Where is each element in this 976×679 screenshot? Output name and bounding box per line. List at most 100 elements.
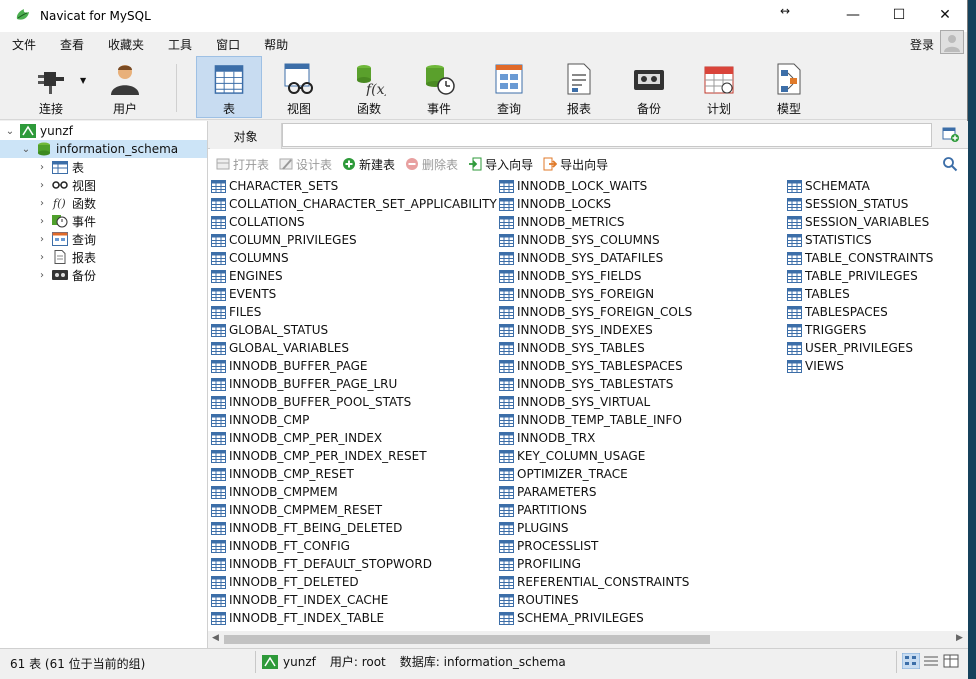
- table-list-item[interactable]: VIEWS: [787, 357, 933, 375]
- table-list-item[interactable]: SESSION_VARIABLES: [787, 213, 933, 231]
- table-list-item[interactable]: INNODB_SYS_TABLESTATS: [499, 375, 692, 393]
- table-list-item[interactable]: PLUGINS: [499, 519, 692, 537]
- table-list-item[interactable]: INNODB_BUFFER_PAGE_LRU: [211, 375, 497, 393]
- table-list-item[interactable]: INNODB_SYS_FIELDS: [499, 267, 692, 285]
- table-list-item[interactable]: INNODB_TEMP_TABLE_INFO: [499, 411, 692, 429]
- table-list-item[interactable]: COLUMNS: [211, 249, 497, 267]
- table-list-item[interactable]: COLUMN_PRIVILEGES: [211, 231, 497, 249]
- tab-objects[interactable]: 对象: [210, 123, 282, 149]
- horizontal-scrollbar[interactable]: ◀ ▶: [208, 631, 968, 648]
- import-wizard-button[interactable]: 导入向导: [466, 156, 535, 173]
- menu-favorites[interactable]: 收藏夹: [96, 36, 156, 53]
- tree-item-queries[interactable]: › 查询: [36, 230, 96, 248]
- toolbar-view-button[interactable]: 视图: [266, 56, 332, 118]
- table-list-item[interactable]: INNODB_SYS_COLUMNS: [499, 231, 692, 249]
- table-list-item[interactable]: INNODB_FT_DEFAULT_STOPWORD: [211, 555, 497, 573]
- table-list-item[interactable]: PROCESSLIST: [499, 537, 692, 555]
- table-list-item[interactable]: TRIGGERS: [787, 321, 933, 339]
- table-list-item[interactable]: CHARACTER_SETS: [211, 177, 497, 195]
- table-list-item[interactable]: INNODB_LOCKS: [499, 195, 692, 213]
- toolbar-connection-button[interactable]: 连接: [18, 56, 84, 118]
- table-list-item[interactable]: SCHEMA_PRIVILEGES: [499, 609, 692, 627]
- new-table-button[interactable]: 新建表: [340, 156, 397, 173]
- login-link[interactable]: 登录: [910, 36, 934, 53]
- table-list-item[interactable]: INNODB_FT_INDEX_TABLE: [211, 609, 497, 627]
- chevron-right-icon[interactable]: ›: [36, 234, 48, 245]
- table-list-item[interactable]: KEY_COLUMN_USAGE: [499, 447, 692, 465]
- toolbar-query-button[interactable]: 查询: [476, 56, 542, 118]
- table-list-item[interactable]: INNODB_FT_BEING_DELETED: [211, 519, 497, 537]
- table-list-item[interactable]: INNODB_TRX: [499, 429, 692, 447]
- table-list-item[interactable]: PROFILING: [499, 555, 692, 573]
- menu-view[interactable]: 查看: [48, 36, 96, 53]
- table-list-item[interactable]: TABLES: [787, 285, 933, 303]
- table-list-item[interactable]: ROUTINES: [499, 591, 692, 609]
- table-list-item[interactable]: INNODB_LOCK_WAITS: [499, 177, 692, 195]
- new-tab-icon[interactable]: [942, 127, 960, 143]
- table-list-item[interactable]: INNODB_SYS_FOREIGN_COLS: [499, 303, 692, 321]
- table-list-item[interactable]: COLLATION_CHARACTER_SET_APPLICABILITY: [211, 195, 497, 213]
- toolbar-table-button[interactable]: 表: [196, 56, 262, 118]
- tree-item-views[interactable]: › 视图: [36, 176, 96, 194]
- table-list-item[interactable]: INNODB_CMP_PER_INDEX: [211, 429, 497, 447]
- er-diagram-view-icon[interactable]: [942, 653, 960, 669]
- scroll-left-icon[interactable]: ◀: [212, 633, 219, 643]
- minimize-button[interactable]: —: [830, 0, 876, 30]
- toolbar-function-button[interactable]: f(x) 函数: [336, 56, 402, 118]
- chevron-right-icon[interactable]: ›: [36, 198, 48, 209]
- table-list-item[interactable]: INNODB_METRICS: [499, 213, 692, 231]
- export-wizard-button[interactable]: 导出向导: [541, 156, 610, 173]
- maximize-button[interactable]: ☐: [876, 0, 922, 30]
- search-icon[interactable]: [942, 156, 958, 172]
- table-list-item[interactable]: FILES: [211, 303, 497, 321]
- menu-window[interactable]: 窗口: [204, 36, 252, 53]
- detail-view-icon[interactable]: [922, 653, 940, 669]
- table-list-item[interactable]: EVENTS: [211, 285, 497, 303]
- design-table-button[interactable]: 设计表: [277, 156, 334, 173]
- table-list-item[interactable]: GLOBAL_VARIABLES: [211, 339, 497, 357]
- table-list-item[interactable]: INNODB_CMP: [211, 411, 497, 429]
- open-table-button[interactable]: 打开表: [214, 156, 271, 173]
- table-list-item[interactable]: INNODB_CMP_RESET: [211, 465, 497, 483]
- table-list-item[interactable]: INNODB_SYS_TABLES: [499, 339, 692, 357]
- chevron-right-icon[interactable]: ›: [36, 216, 48, 227]
- table-list-item[interactable]: TABLE_CONSTRAINTS: [787, 249, 933, 267]
- table-list-item[interactable]: SCHEMATA: [787, 177, 933, 195]
- table-list-item[interactable]: INNODB_CMPMEM_RESET: [211, 501, 497, 519]
- chevron-right-icon[interactable]: ›: [36, 270, 48, 281]
- avatar[interactable]: [940, 30, 964, 54]
- table-list-item[interactable]: REFERENTIAL_CONSTRAINTS: [499, 573, 692, 591]
- toolbar-backup-button[interactable]: 备份: [616, 56, 682, 118]
- close-button[interactable]: ✕: [922, 0, 968, 30]
- chevron-right-icon[interactable]: ›: [36, 180, 48, 191]
- table-list-item[interactable]: PARAMETERS: [499, 483, 692, 501]
- table-list-item[interactable]: INNODB_CMP_PER_INDEX_RESET: [211, 447, 497, 465]
- table-list-item[interactable]: INNODB_SYS_DATAFILES: [499, 249, 692, 267]
- menu-file[interactable]: 文件: [0, 36, 48, 53]
- table-list-item[interactable]: INNODB_FT_DELETED: [211, 573, 497, 591]
- list-view-icon[interactable]: [902, 653, 920, 669]
- scroll-right-icon[interactable]: ▶: [956, 633, 963, 643]
- toolbar-report-button[interactable]: 报表: [546, 56, 612, 118]
- table-list-item[interactable]: USER_PRIVILEGES: [787, 339, 933, 357]
- tree-item-backups[interactable]: › 备份: [36, 266, 96, 284]
- table-list-item[interactable]: INNODB_BUFFER_PAGE: [211, 357, 497, 375]
- table-list-item[interactable]: OPTIMIZER_TRACE: [499, 465, 692, 483]
- table-list-item[interactable]: SESSION_STATUS: [787, 195, 933, 213]
- tree-item-tables[interactable]: › 表: [36, 158, 84, 176]
- table-list-item[interactable]: GLOBAL_STATUS: [211, 321, 497, 339]
- table-list-item[interactable]: COLLATIONS: [211, 213, 497, 231]
- menu-tools[interactable]: 工具: [156, 36, 204, 53]
- tree-item-events[interactable]: › 事件: [36, 212, 96, 230]
- scrollbar-thumb[interactable]: [224, 635, 710, 644]
- tree-connection-yunzf[interactable]: ⌄ yunzf: [4, 122, 73, 140]
- table-list-item[interactable]: ENGINES: [211, 267, 497, 285]
- table-list-item[interactable]: TABLESPACES: [787, 303, 933, 321]
- toolbar-user-button[interactable]: 用户: [92, 56, 158, 118]
- table-list-item[interactable]: INNODB_CMPMEM: [211, 483, 497, 501]
- toolbar-event-button[interactable]: 事件: [406, 56, 472, 118]
- chevron-down-icon[interactable]: ⌄: [4, 126, 16, 137]
- tree-item-reports[interactable]: › 报表: [36, 248, 96, 266]
- chevron-right-icon[interactable]: ›: [36, 252, 48, 263]
- chevron-down-icon[interactable]: ⌄: [20, 144, 32, 155]
